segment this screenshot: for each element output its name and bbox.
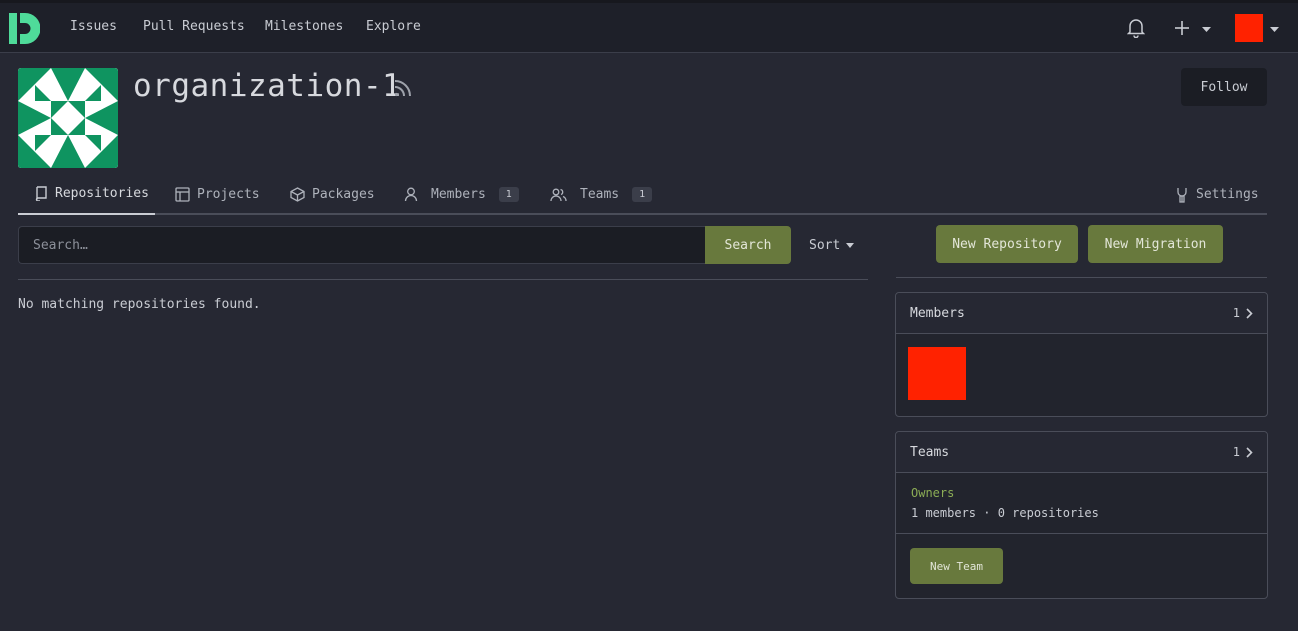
nav-milestones[interactable]: Milestones	[265, 19, 343, 34]
tab-packages[interactable]: Packages	[290, 174, 375, 215]
plus-icon[interactable]	[1175, 21, 1189, 35]
teams-count: 1	[1232, 445, 1240, 459]
members-count-badge: 1	[498, 187, 519, 202]
tools-icon	[1175, 187, 1189, 203]
bell-icon[interactable]	[1127, 18, 1145, 38]
org-tabs: Repositories Projects Packages Members 1	[18, 174, 1267, 215]
divider	[18, 279, 868, 280]
divider	[896, 277, 1267, 278]
tab-label: Repositories	[55, 186, 149, 201]
tab-label: Settings	[1196, 187, 1259, 202]
empty-repos-message: No matching repositories found.	[18, 297, 261, 312]
search-input[interactable]	[18, 226, 706, 264]
user-avatar[interactable]	[1235, 14, 1263, 42]
people-icon	[550, 188, 567, 202]
repo-icon	[35, 186, 48, 201]
follow-button[interactable]: Follow	[1181, 68, 1267, 106]
divider	[896, 533, 1267, 534]
members-card: Members 1	[895, 292, 1268, 417]
sort-dropdown[interactable]: Sort	[809, 238, 855, 253]
tab-repositories[interactable]: Repositories	[18, 174, 155, 215]
new-repository-button[interactable]: New Repository	[936, 225, 1078, 263]
teams-count-badge: 1	[632, 187, 653, 202]
teams-card-header: Teams 1	[896, 432, 1267, 473]
tab-projects[interactable]: Projects	[175, 174, 260, 215]
new-migration-button[interactable]: New Migration	[1088, 225, 1223, 263]
person-icon	[404, 187, 418, 202]
sort-label: Sort	[809, 238, 841, 253]
teams-card-title: Teams	[910, 444, 950, 460]
tab-label: Packages	[312, 187, 375, 202]
org-name: organization-1	[133, 68, 402, 104]
caret-down-icon[interactable]	[1202, 27, 1211, 32]
top-navbar: Issues Pull Requests Milestones Explore	[0, 0, 1298, 53]
teams-card-link[interactable]: 1	[1233, 445, 1253, 459]
nav-pull-requests[interactable]: Pull Requests	[143, 19, 245, 34]
tab-members[interactable]: Members 1	[404, 174, 519, 215]
member-avatar[interactable]	[908, 347, 966, 400]
package-icon	[290, 187, 305, 202]
nav-issues[interactable]: Issues	[70, 19, 117, 34]
org-avatar	[18, 68, 118, 168]
chevron-right-icon	[1246, 446, 1253, 458]
tab-label: Members	[431, 187, 486, 202]
caret-down-icon	[846, 243, 855, 248]
tab-settings[interactable]: Settings	[1175, 174, 1259, 215]
members-card-title: Members	[910, 305, 965, 321]
gitea-logo-icon[interactable]	[9, 13, 40, 44]
team-owners-link[interactable]: Owners	[911, 486, 954, 500]
teams-card: Teams 1 Owners 1 members · 0 repositorie…	[895, 431, 1268, 599]
members-count: 1	[1232, 306, 1240, 320]
chevron-right-icon	[1246, 307, 1253, 319]
team-meta: 1 members · 0 repositories	[911, 506, 1099, 520]
search-button[interactable]: Search	[705, 226, 791, 264]
rss-icon[interactable]	[393, 78, 413, 98]
project-icon	[175, 187, 190, 202]
tab-label: Teams	[580, 187, 620, 202]
new-team-button[interactable]: New Team	[910, 548, 1003, 584]
members-card-header: Members 1	[896, 293, 1267, 334]
tab-teams[interactable]: Teams 1	[550, 174, 653, 215]
tab-label: Projects	[197, 187, 260, 202]
caret-down-icon[interactable]	[1270, 27, 1279, 32]
members-card-link[interactable]: 1	[1233, 306, 1253, 320]
nav-explore[interactable]: Explore	[366, 19, 421, 34]
